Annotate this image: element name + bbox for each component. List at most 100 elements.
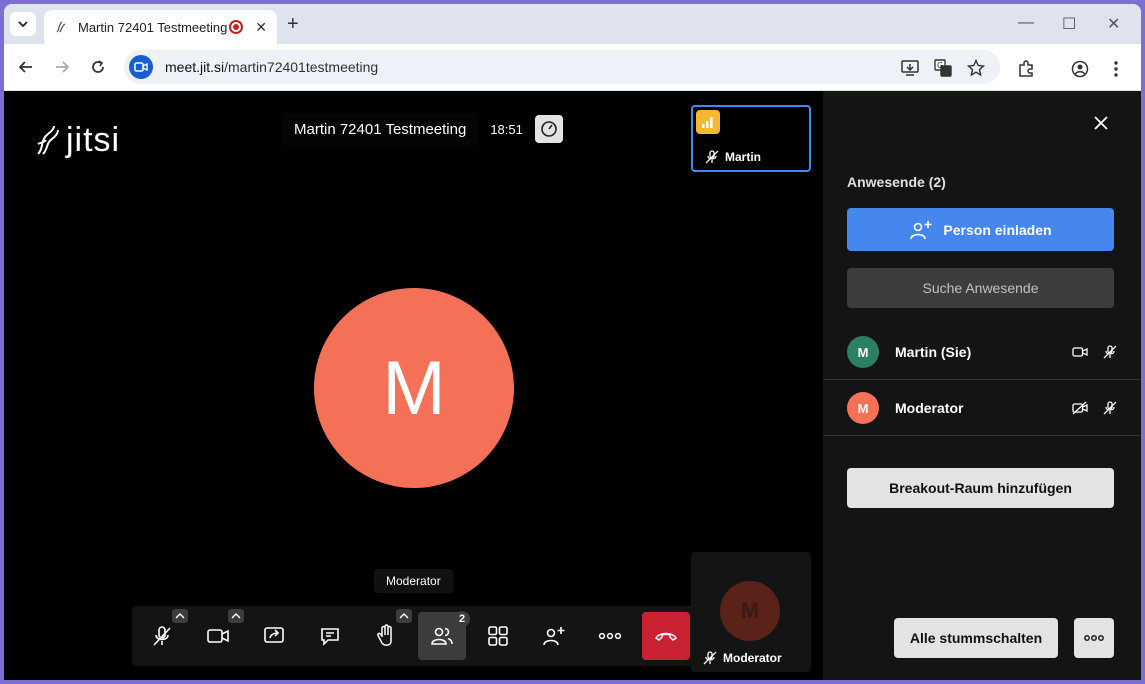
remote-name: Moderator <box>723 651 782 665</box>
invite-button[interactable] <box>530 612 578 660</box>
meeting-stage: jitsi Martin 72401 Testmeeting 18:51 Mar… <box>4 91 823 680</box>
speedometer-icon <box>541 121 557 137</box>
camera-off-icon <box>1071 399 1089 417</box>
raise-hand-icon <box>377 624 392 646</box>
audio-settings-caret[interactable] <box>172 609 188 623</box>
tile-view-button[interactable] <box>474 612 522 660</box>
self-thumbnail[interactable]: Martin <box>691 105 811 172</box>
install-app-icon[interactable] <box>901 59 919 77</box>
leave-meeting-button[interactable] <box>642 612 690 660</box>
mic-muted-icon <box>703 651 717 665</box>
video-settings-caret[interactable] <box>228 609 244 623</box>
profile-icon[interactable] <box>1071 60 1089 78</box>
meeting-header: Martin 72401 Testmeeting 18:51 <box>282 113 563 145</box>
meeting-timer: 18:51 <box>490 121 523 137</box>
tab-title: Martin 72401 Testmeeting | <box>78 19 230 35</box>
close-panel-button[interactable] <box>1091 113 1111 133</box>
url-text: meet.jit.si/martin72401testmeeting <box>165 59 378 75</box>
mic-muted-icon <box>1101 399 1119 417</box>
participant-search-input[interactable] <box>847 268 1114 308</box>
participant-avatar: M <box>847 336 879 368</box>
browser-window: Martin 72401 Testmeeting | ✕ + — ☐ ✕ mee… <box>4 4 1141 680</box>
page-content: jitsi Martin 72401 Testmeeting 18:51 Mar… <box>4 91 1141 680</box>
reload-button[interactable] <box>87 56 109 78</box>
remote-thumbnail[interactable]: M Moderator <box>691 552 811 672</box>
address-bar[interactable]: meet.jit.si/martin72401testmeeting <box>124 50 1000 84</box>
maximize-button[interactable]: ☐ <box>1062 14 1076 34</box>
tab-strip: Martin 72401 Testmeeting | ✕ + — ☐ ✕ <box>4 4 1141 44</box>
jitsi-logo-icon <box>37 125 59 155</box>
meeting-title: Martin 72401 Testmeeting <box>282 113 479 145</box>
arrow-right-icon <box>56 61 70 73</box>
tile-view-icon <box>488 626 508 646</box>
self-name: Martin <box>725 150 761 164</box>
jitsi-favicon-icon <box>54 20 70 34</box>
remote-avatar: M <box>720 581 780 641</box>
url-path: /martin72401testmeeting <box>224 59 379 75</box>
extensions-icon[interactable] <box>1017 60 1035 78</box>
translate-icon[interactable]: G <box>934 59 952 77</box>
self-thumbnail-label: Martin <box>705 150 761 164</box>
chevron-up-icon <box>399 613 409 619</box>
add-breakout-room-button[interactable]: Breakout-Raum hinzufügen <box>847 468 1114 508</box>
participant-row[interactable]: M Moderator <box>823 380 1141 436</box>
hangup-icon <box>654 632 678 641</box>
mic-muted-icon <box>153 626 171 646</box>
invite-person-button[interactable]: Person einladen <box>847 208 1114 251</box>
mic-muted-icon <box>1101 343 1119 361</box>
browser-menu-icon[interactable] <box>1107 60 1125 78</box>
screen-share-icon <box>264 627 284 643</box>
browser-toolbar: meet.jit.si/martin72401testmeeting G <box>4 44 1141 90</box>
chevron-up-icon <box>231 613 241 619</box>
camera-icon <box>207 629 229 643</box>
logo-text: jitsi <box>66 121 121 159</box>
chevron-down-icon <box>18 21 28 28</box>
reactions-caret[interactable] <box>396 609 412 623</box>
site-camera-icon[interactable] <box>129 55 153 79</box>
add-user-icon <box>543 627 565 646</box>
back-button[interactable] <box>15 56 37 78</box>
invite-person-label: Person einladen <box>943 221 1052 238</box>
more-horizontal-icon <box>598 632 622 640</box>
chevron-up-icon <box>175 613 185 619</box>
remote-thumbnail-label: Moderator <box>697 648 788 668</box>
mic-muted-icon <box>705 150 719 164</box>
dominant-speaker-avatar: M <box>314 288 514 488</box>
add-user-icon <box>910 220 932 239</box>
participant-divider <box>823 435 1141 436</box>
reload-icon <box>92 60 104 73</box>
minimize-button[interactable]: — <box>1018 14 1034 32</box>
participant-name: Moderator <box>895 400 964 416</box>
tab-search-button[interactable] <box>10 12 36 36</box>
more-actions-button[interactable] <box>586 612 634 660</box>
new-tab-button[interactable]: + <box>287 14 299 34</box>
participant-row[interactable]: M Martin (Sie) <box>823 324 1141 380</box>
forward-button[interactable] <box>51 56 73 78</box>
screen-share-button[interactable] <box>250 612 298 660</box>
meeting-toolbar: 2 <box>132 606 694 666</box>
chat-icon <box>321 628 339 646</box>
window-close-button[interactable]: ✕ <box>1107 14 1120 34</box>
browser-tab[interactable]: Martin 72401 Testmeeting | ✕ <box>44 10 277 44</box>
jitsi-logo: jitsi <box>34 121 120 160</box>
participant-avatar: M <box>847 392 879 424</box>
recording-icon <box>229 20 244 34</box>
participants-panel: Anwesende (2) Person einladen M Martin (… <box>823 91 1141 680</box>
participant-count-badge: 2 <box>454 611 470 627</box>
close-icon <box>1094 116 1108 130</box>
arrow-left-icon <box>18 61 32 73</box>
hover-tooltip: Moderator <box>374 569 453 593</box>
chat-button[interactable] <box>306 612 354 660</box>
connection-stats-button[interactable] <box>534 115 563 143</box>
panel-more-button[interactable] <box>1074 618 1114 658</box>
svg-text:G: G <box>937 61 943 70</box>
url-host: meet.jit.si <box>165 59 225 75</box>
camera-icon <box>1071 343 1089 361</box>
participant-name: Martin (Sie) <box>895 344 972 360</box>
participants-icon <box>431 627 453 645</box>
tab-close-icon[interactable]: ✕ <box>255 19 267 36</box>
mute-all-button[interactable]: Alle stummschalten <box>894 618 1058 658</box>
participants-heading: Anwesende (2) <box>847 174 946 190</box>
bookmark-star-icon[interactable] <box>967 59 985 77</box>
connection-indicator-icon[interactable] <box>696 110 720 134</box>
